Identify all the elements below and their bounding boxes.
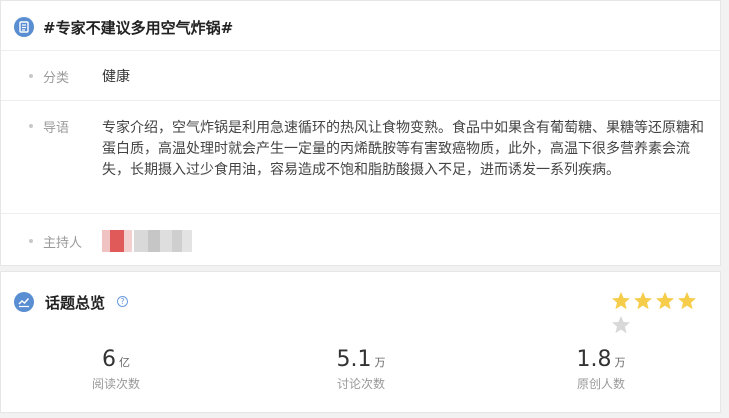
stat-label: 原创人数 xyxy=(576,377,625,391)
category-row: 分类 健康 xyxy=(1,51,720,101)
stat-read-count: 6亿 阅读次数 xyxy=(36,347,196,392)
category-value: 健康 xyxy=(102,69,130,85)
stat-original-count: 1.8 万 原创人数 xyxy=(521,347,681,392)
category-label: 分类 xyxy=(43,71,70,86)
stat-label: 讨论次数 xyxy=(336,377,385,391)
star-filled-icon xyxy=(678,292,696,310)
topic-overview-card: 话题总览 ? 6亿 阅读次数 5.1 万 讨论次数 1.8 万 原创人数 xyxy=(0,271,721,413)
bullet xyxy=(29,74,33,78)
stat-label: 阅读次数 xyxy=(91,377,140,391)
star-empty-icon xyxy=(612,316,630,334)
topic-header: #专家不建议多用空气炸锅# xyxy=(1,1,720,51)
topic-info-card: #专家不建议多用空气炸锅# 分类 健康 导语 专家介绍，空气炸锅是利用急速循环的… xyxy=(0,0,721,266)
stat-unit: 万 xyxy=(374,356,386,369)
star-filled-icon xyxy=(634,292,652,310)
star-filled-icon xyxy=(612,292,630,310)
host-avatar-blurred[interactable] xyxy=(102,230,192,252)
stat-discussion-count: 5.1 万 讨论次数 xyxy=(281,347,441,392)
stat-unit: 亿 xyxy=(119,356,130,369)
chart-icon xyxy=(14,292,34,312)
document-icon xyxy=(14,17,34,37)
lead-text: 专家介绍，空气炸锅是利用急速循环的热风让食物变熟。食品中如果含有葡萄糖、果糖等还… xyxy=(102,120,704,178)
help-icon[interactable]: ? xyxy=(117,296,128,307)
lead-label: 导语 xyxy=(43,121,70,136)
overview-title: 话题总览 xyxy=(45,294,106,312)
bullet xyxy=(29,239,33,243)
topic-title: #专家不建议多用空气炸锅# xyxy=(43,19,234,37)
stat-number: 1.8 xyxy=(576,347,612,372)
rating-stars xyxy=(611,291,720,334)
stat-number: 5.1 xyxy=(336,347,372,372)
stat-unit: 万 xyxy=(614,356,626,369)
stat-number: 6 xyxy=(102,347,116,372)
host-label: 主持人 xyxy=(43,236,83,251)
star-filled-icon xyxy=(656,292,674,310)
bullet xyxy=(29,124,33,128)
